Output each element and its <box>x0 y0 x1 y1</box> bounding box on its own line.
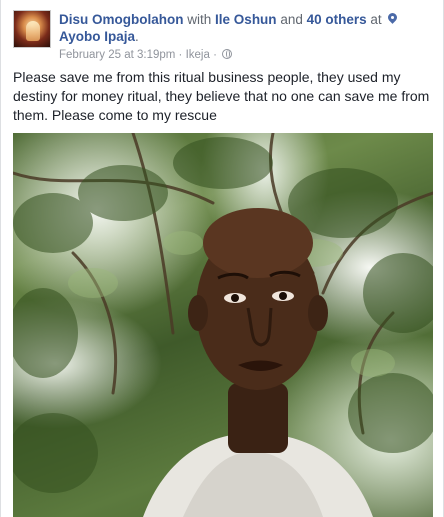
author-avatar[interactable] <box>13 10 51 48</box>
at-text: at <box>370 12 382 27</box>
avatar-image-icon <box>26 21 40 41</box>
post-meta: Disu Omogbolahon with Ile Oshun and 40 o… <box>59 11 431 45</box>
pin-icon <box>388 13 397 25</box>
separator: · <box>178 49 183 61</box>
person-selfie-image <box>143 208 373 517</box>
timestamp-link[interactable]: February 25 at 3:19pm <box>59 49 175 61</box>
globe-icon[interactable] <box>222 49 233 59</box>
post-subline: February 25 at 3:19pm · Ikeja · <box>59 48 233 62</box>
separator: · <box>213 49 217 61</box>
post-header: Disu Omogbolahon with Ile Oshun and 40 o… <box>13 10 433 62</box>
and-text: and <box>280 12 303 27</box>
location-link[interactable]: Ayobo Ipaja <box>59 29 135 44</box>
author-name-link[interactable]: Disu Omogbolahon <box>59 12 184 27</box>
with-text: with <box>187 12 212 27</box>
post-text: Please save me from this ritual business… <box>13 69 430 123</box>
others-link[interactable]: 40 others <box>307 12 367 27</box>
post-photo[interactable] <box>13 133 433 517</box>
tagged-person-link[interactable]: Ile Oshun <box>215 12 277 27</box>
feed-post: Disu Omogbolahon with Ile Oshun and 40 o… <box>0 0 444 517</box>
location-suffix: . <box>135 29 139 44</box>
place-link[interactable]: Ikeja <box>186 49 210 61</box>
